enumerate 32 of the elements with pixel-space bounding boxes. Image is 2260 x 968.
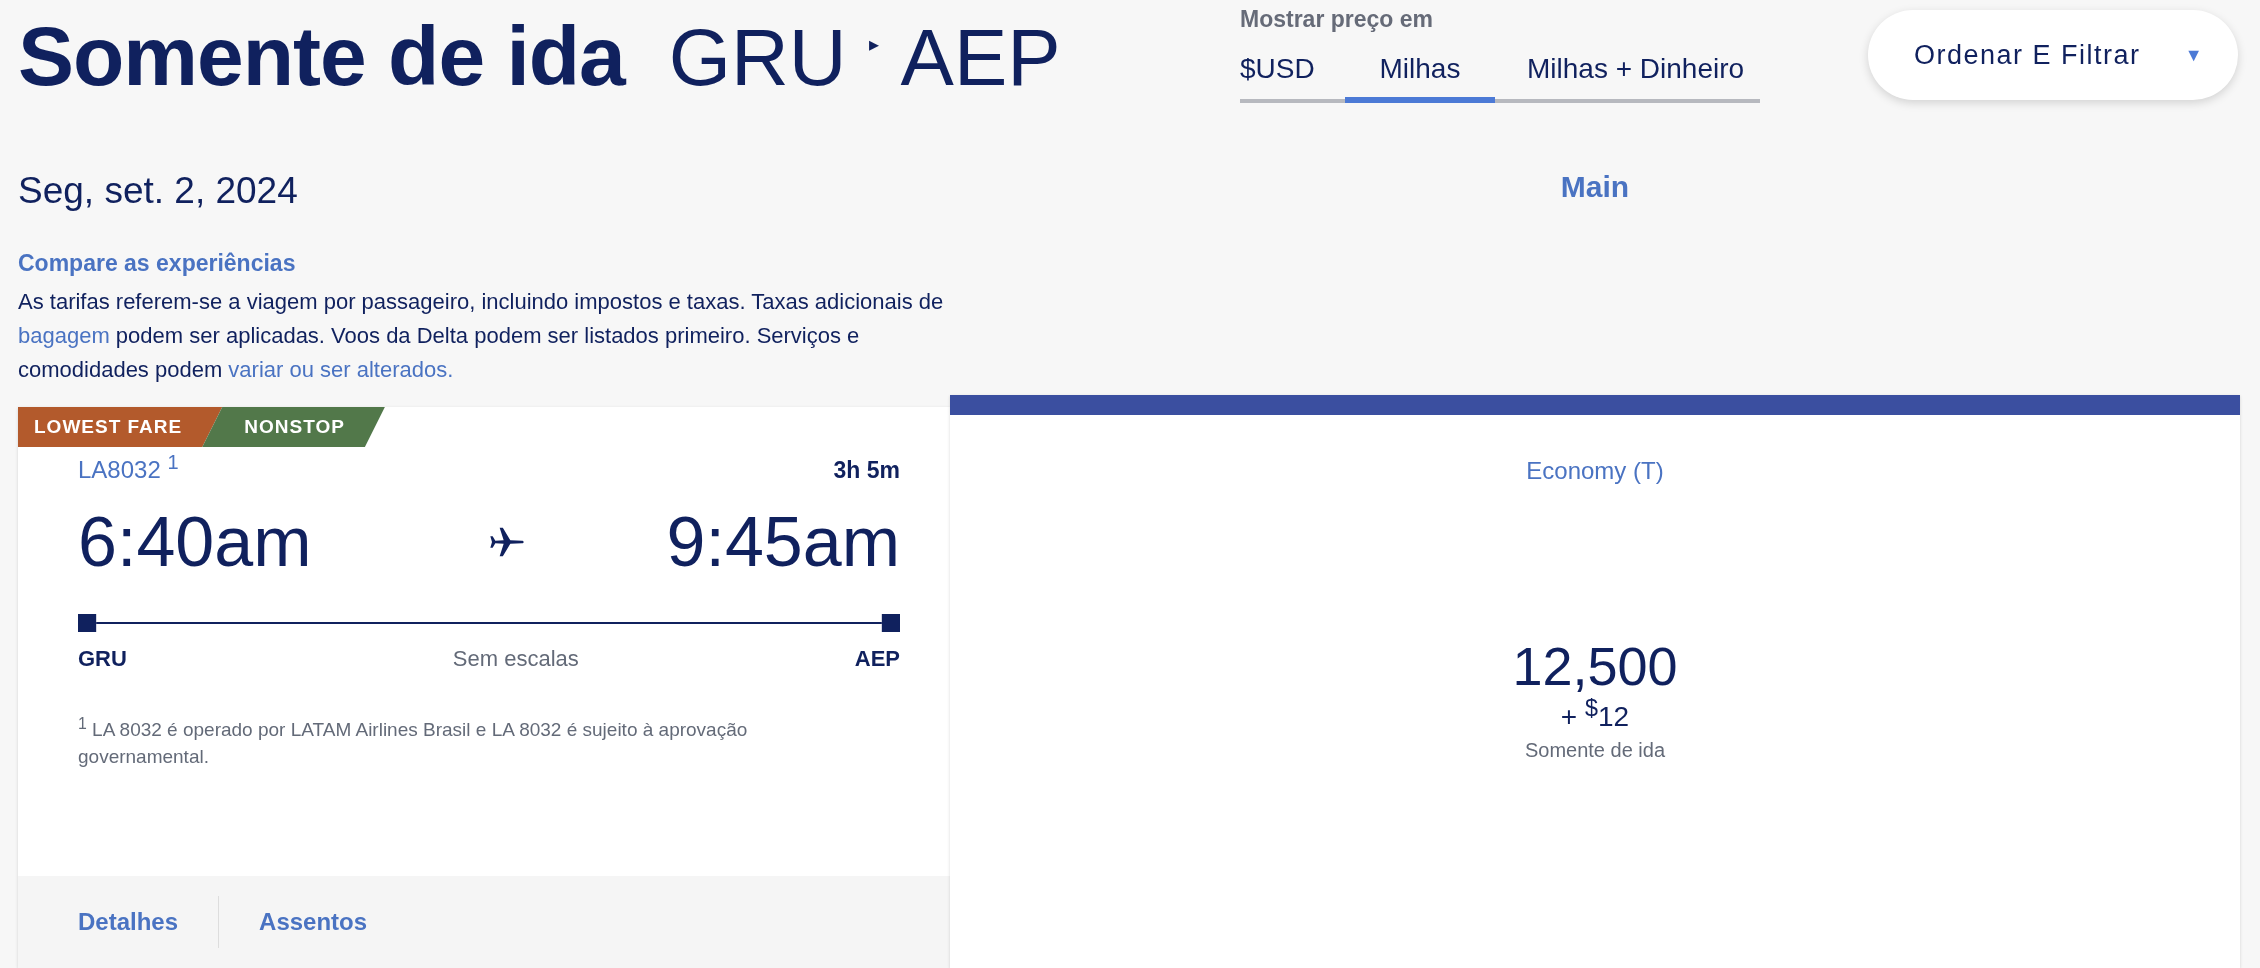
compare-heading: Compare as experiências bbox=[18, 250, 297, 277]
route-origin: GRU bbox=[668, 12, 847, 104]
info-link[interactable]: variar ou ser alterados. bbox=[228, 357, 454, 382]
price-tab[interactable]: Milhas + Dinheiro bbox=[1495, 45, 1745, 103]
origin-code: GRU bbox=[78, 646, 127, 672]
flight-date: Seg, set. 2, 2024 bbox=[18, 170, 299, 213]
page-title: Somente de ida bbox=[18, 8, 625, 105]
arrival-time: 9:45am bbox=[666, 502, 900, 582]
fare-badge: NONSTOP bbox=[202, 407, 385, 447]
cash-price: + $^{$}$12 bbox=[1560, 695, 1630, 734]
price-tab[interactable]: Milhas bbox=[1345, 45, 1495, 103]
cabin-header: Main bbox=[1559, 170, 1631, 205]
operator-footnote: $^{1}$ LA 8032 é operado por LATAM Airlines Brasil e LA 8032 é sujeito à aprovação governamental. bbox=[78, 714, 749, 770]
fare-type: Somente de ida bbox=[1524, 739, 1666, 763]
route-destination: AEP bbox=[900, 12, 1061, 104]
fare-cabin: Economy (T) bbox=[1526, 457, 1664, 485]
fare-info-paragraph: As tarifas referem-se a viagem por passageiro, incluindo impostos e taxas. Taxas adicionais de bagagem podem ser aplicadas. Voos da Delta podem ser listados primeiro. Serviços e comodidades podem variar ou ser alterados. bbox=[18, 288, 945, 384]
info-link[interactable]: bagagem bbox=[18, 323, 110, 348]
flight-number-link[interactable]: LA8032 $^{1}$ bbox=[78, 451, 179, 484]
caret-icon: ▼ bbox=[2184, 44, 2204, 66]
flight-action-link[interactable]: Detalhes bbox=[78, 908, 179, 936]
sort-filter-button[interactable]: Ordenar E Filtrar ▼ bbox=[1868, 10, 2238, 100]
flight-action-link[interactable]: Assentos bbox=[259, 908, 368, 936]
route-arrow-icon: ▸ bbox=[868, 32, 879, 56]
fare-card[interactable]: Economy (T) 12,500 + $^{$}$12 Somente de ida bbox=[950, 395, 2240, 968]
flight-duration: 3h 5m bbox=[833, 457, 900, 484]
destination-code: AEP bbox=[854, 646, 900, 672]
price-tab[interactable]: $USD bbox=[1240, 45, 1345, 103]
departure-time: 6:40am bbox=[78, 502, 312, 582]
price-display-label: Mostrar preço em bbox=[1240, 6, 1434, 33]
stops-label: Sem escalas bbox=[452, 646, 579, 672]
miles-price: 12,500 bbox=[1512, 635, 1678, 697]
